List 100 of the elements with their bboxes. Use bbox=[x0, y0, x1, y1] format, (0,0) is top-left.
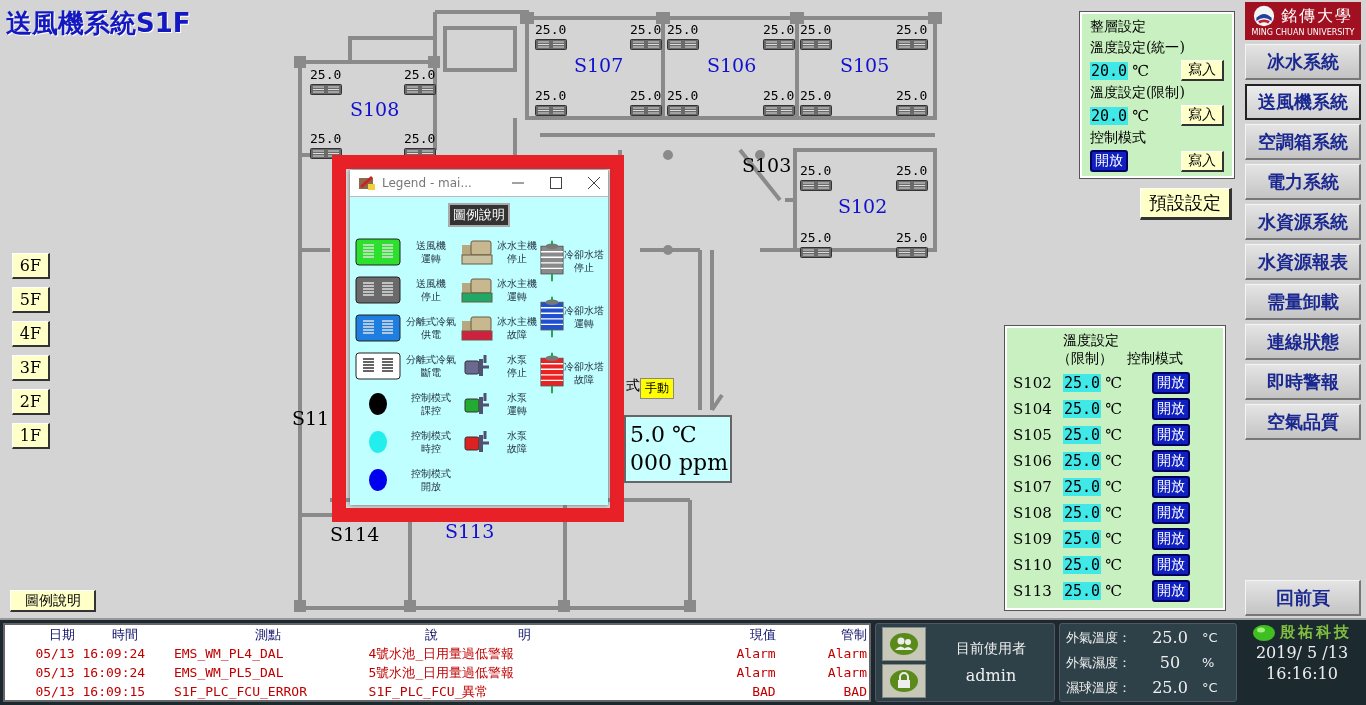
floor-button[interactable]: 6F bbox=[12, 253, 50, 279]
temperature-reading: 25.0 bbox=[896, 163, 928, 178]
column-header: 控制模式 bbox=[1127, 350, 1183, 368]
fan-unit-icon[interactable] bbox=[667, 105, 699, 116]
mode-button[interactable]: 開放 bbox=[1151, 424, 1190, 446]
fan-unit-icon[interactable] bbox=[763, 39, 795, 50]
room-label: S114 bbox=[330, 525, 380, 544]
room-label: S108 bbox=[350, 100, 400, 119]
nav-button[interactable]: 空調箱系統 bbox=[1245, 124, 1361, 160]
nav-button[interactable]: 空氣品質 bbox=[1245, 404, 1361, 440]
fan-unit-icon[interactable] bbox=[763, 105, 795, 116]
fan-unit-icon[interactable] bbox=[630, 105, 662, 116]
close-icon[interactable] bbox=[588, 177, 600, 189]
room-name: S107 bbox=[1013, 478, 1053, 496]
back-button[interactable]: 回前頁 bbox=[1245, 580, 1361, 616]
mode-button[interactable]: 開放 bbox=[1151, 580, 1190, 602]
setpoint-value[interactable]: 20.0 bbox=[1090, 61, 1129, 80]
fan-unit-icon[interactable] bbox=[630, 39, 662, 50]
temperature-reading: 25.0 bbox=[800, 88, 832, 103]
room-label: S106 bbox=[707, 56, 757, 75]
legend-label: 水泵 bbox=[507, 353, 527, 366]
setpoint-value[interactable]: 25.0 bbox=[1063, 426, 1102, 444]
nav-button[interactable]: 水資源報表 bbox=[1245, 244, 1361, 280]
setpoint-value[interactable]: 25.0 bbox=[1063, 530, 1102, 548]
setpoint-value[interactable]: 25.0 bbox=[1063, 478, 1102, 496]
floor-button[interactable]: 1F bbox=[12, 423, 50, 449]
maximize-icon[interactable] bbox=[550, 177, 562, 189]
setpoint-value[interactable]: 25.0 bbox=[1063, 400, 1102, 418]
fan-unit-icon[interactable] bbox=[667, 39, 699, 50]
legend-label: 斷電 bbox=[421, 366, 441, 379]
setpoint-value[interactable]: 20.0 bbox=[1090, 106, 1129, 125]
mode-button[interactable]: 開放 bbox=[1151, 476, 1190, 498]
legend-button[interactable]: 圖例說明 bbox=[10, 590, 96, 612]
legend-label: 停止 bbox=[421, 290, 441, 303]
room-name: S109 bbox=[1013, 530, 1053, 548]
mode-button[interactable]: 開放 bbox=[1151, 554, 1190, 576]
fan-unit-icon[interactable] bbox=[535, 105, 567, 116]
fan-unit-icon[interactable] bbox=[800, 105, 832, 116]
table-cell-text: Alarm bbox=[735, 665, 776, 680]
floor-button[interactable]: 3F bbox=[12, 355, 50, 381]
write-button[interactable]: 寫入 bbox=[1181, 105, 1224, 126]
mode-button[interactable]: 開放 bbox=[1151, 450, 1190, 472]
users-icon bbox=[889, 632, 919, 656]
fan-unit-icon[interactable] bbox=[404, 84, 436, 95]
table-cell-text: 16:09:24 bbox=[81, 665, 147, 680]
floor-button[interactable]: 4F bbox=[12, 321, 50, 347]
users-button[interactable] bbox=[882, 627, 926, 661]
nav-button[interactable]: 冰水系統 bbox=[1245, 44, 1361, 80]
fan-unit-icon[interactable] bbox=[310, 84, 342, 95]
setpoint-value[interactable]: 25.0 bbox=[1063, 452, 1102, 470]
table-cell-text: 5號水池_日用量過低警報 bbox=[367, 663, 516, 682]
write-button[interactable]: 寫入 bbox=[1181, 150, 1224, 172]
fan-unit-icon[interactable] bbox=[800, 180, 832, 191]
mode-button[interactable]: 開放 bbox=[1151, 398, 1190, 420]
nav-button[interactable]: 即時警報 bbox=[1245, 364, 1361, 400]
mode-button[interactable]: 開放 bbox=[1090, 150, 1128, 172]
fan-unit-icon[interactable] bbox=[896, 247, 928, 258]
fan-unit-icon[interactable] bbox=[896, 180, 928, 191]
emblem-icon bbox=[1253, 5, 1275, 27]
nav-button[interactable]: 電力系統 bbox=[1245, 164, 1361, 200]
temperature-reading: 25.0 bbox=[800, 230, 832, 245]
legend-label: 時控 bbox=[421, 442, 441, 455]
temperature-reading: 25.0 bbox=[896, 22, 928, 37]
fan-unit-icon[interactable] bbox=[310, 148, 342, 159]
write-button[interactable]: 寫入 bbox=[1181, 60, 1224, 81]
setpoint-value[interactable]: 25.0 bbox=[1063, 504, 1102, 522]
nav-button[interactable]: 連線狀態 bbox=[1245, 324, 1361, 360]
table-cell-text: 05/13 bbox=[34, 646, 75, 661]
setpoint-value[interactable]: 25.0 bbox=[1063, 374, 1102, 392]
temperature-reading: 25.0 bbox=[310, 67, 342, 82]
column-header: 說明 bbox=[423, 625, 612, 644]
mode-button[interactable]: 開放 bbox=[1151, 502, 1190, 524]
nav-button[interactable]: 需量卸載 bbox=[1245, 284, 1361, 320]
floor-button[interactable]: 5F bbox=[12, 287, 50, 313]
fan-unit-icon[interactable] bbox=[800, 247, 832, 258]
fan-unit-icon[interactable] bbox=[896, 105, 928, 116]
setting-label: 控制模式 bbox=[1090, 129, 1147, 147]
table-cell-text: 16:09:15 bbox=[81, 684, 147, 699]
weather-label: 濕球溫度： bbox=[1066, 678, 1132, 697]
mode-button[interactable]: 開放 bbox=[1151, 528, 1190, 550]
fan-unit-icon[interactable] bbox=[535, 39, 567, 50]
legend-label: 分離式冷氣 bbox=[406, 315, 456, 328]
legend-label: 停止 bbox=[507, 366, 527, 379]
default-settings-button[interactable]: 預設設定 bbox=[1140, 188, 1232, 220]
lock-button[interactable] bbox=[882, 664, 926, 698]
nav-button[interactable]: 送風機系統 bbox=[1245, 84, 1361, 120]
unit-label: ℃ bbox=[1105, 504, 1122, 522]
globe-icon bbox=[1252, 623, 1276, 642]
floor-button[interactable]: 2F bbox=[12, 389, 50, 415]
setpoint-value[interactable]: 25.0 bbox=[1063, 582, 1102, 600]
weather-unit: °C bbox=[1202, 680, 1218, 695]
room-name: S105 bbox=[1013, 426, 1053, 444]
setpoint-value[interactable]: 25.0 bbox=[1063, 556, 1102, 574]
mode-button[interactable]: 開放 bbox=[1151, 372, 1190, 394]
fan-unit-icon[interactable] bbox=[896, 39, 928, 50]
app-icon bbox=[358, 175, 376, 191]
nav-button[interactable]: 水資源系統 bbox=[1245, 204, 1361, 240]
legend-label: 冰水主機 bbox=[497, 277, 537, 290]
fan-unit-icon[interactable] bbox=[800, 39, 832, 50]
legend-label: 故障 bbox=[507, 442, 527, 455]
